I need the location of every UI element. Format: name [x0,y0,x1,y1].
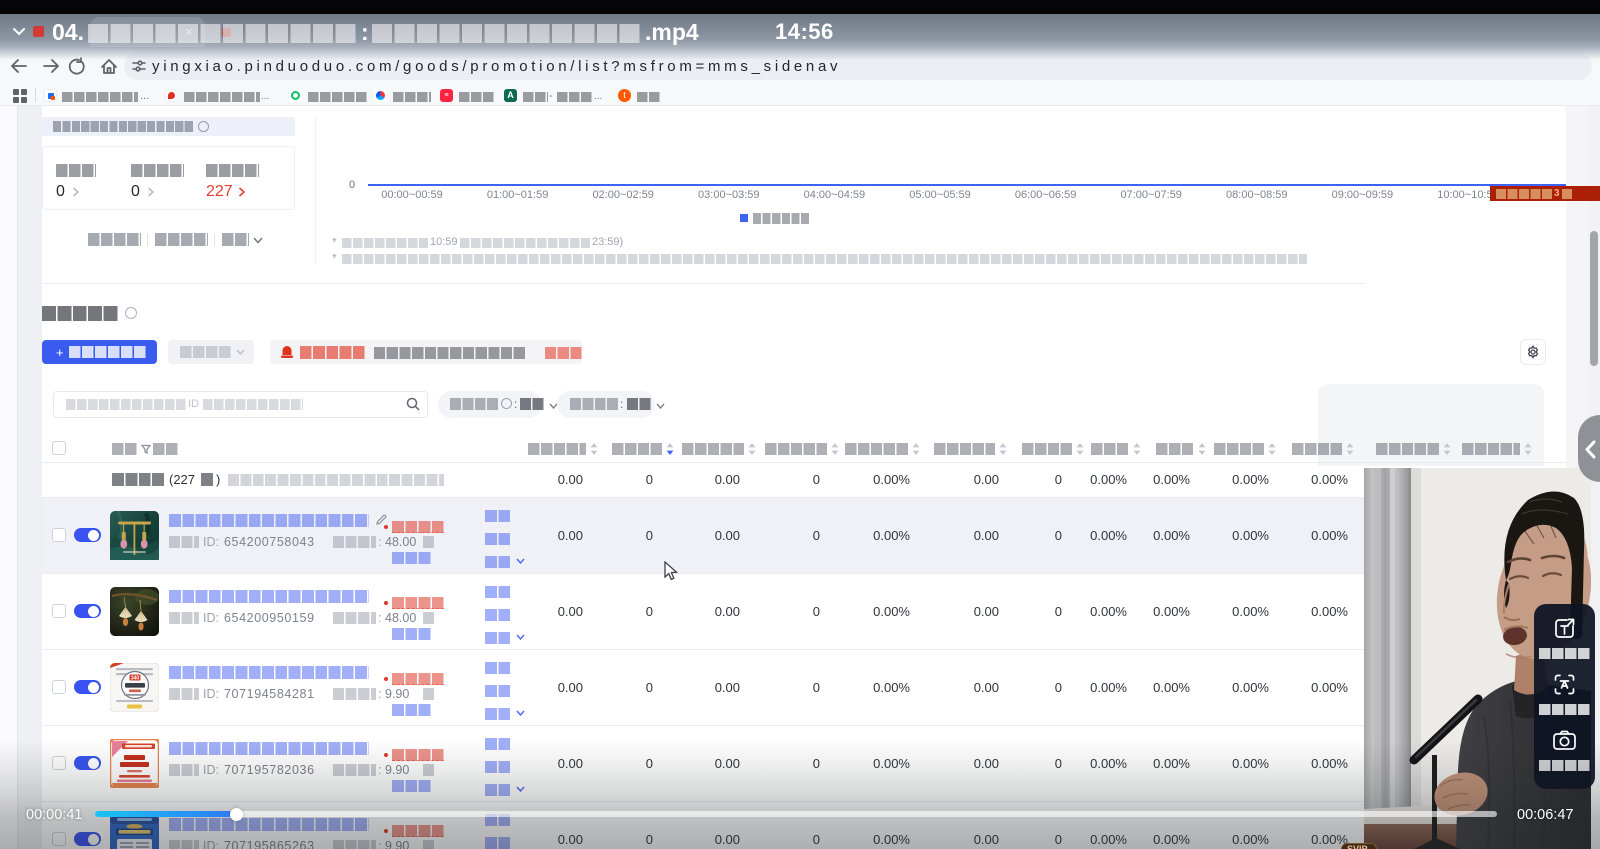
svg-text:340: 340 [131,675,140,681]
